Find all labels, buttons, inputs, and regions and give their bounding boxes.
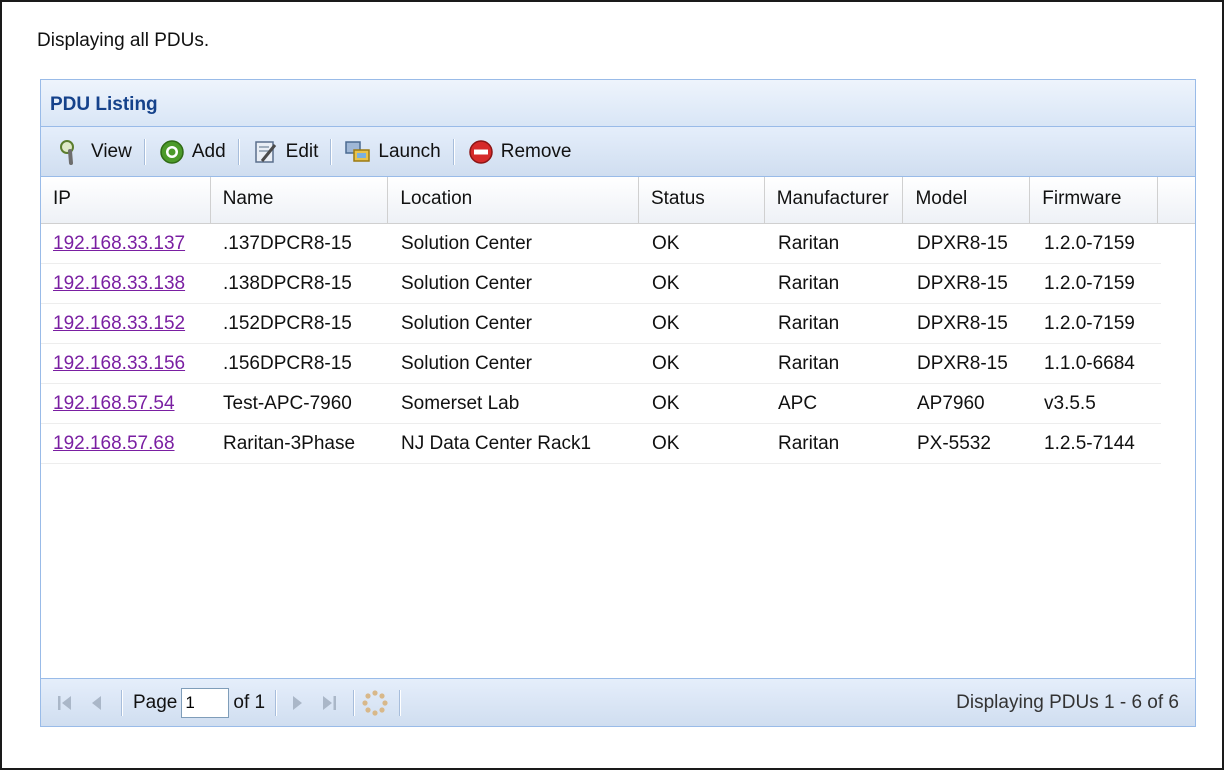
panel-title: PDU Listing xyxy=(50,94,158,115)
pager-separator xyxy=(121,689,123,716)
grid-body: 192.168.33.137 .137DPCR8-15 Solution Cen… xyxy=(41,224,1195,464)
add-button[interactable]: Add xyxy=(154,134,230,170)
grid-header: IP Name Location Status Manufacturer Mod… xyxy=(41,177,1195,224)
model-cell: AP7960 xyxy=(917,393,985,414)
ip-link[interactable]: 192.168.33.156 xyxy=(53,353,185,374)
table-row[interactable]: 192.168.57.54 Test-APC-7960 Somerset Lab… xyxy=(41,384,1161,424)
toolbar-separator xyxy=(143,138,146,165)
add-label: Add xyxy=(191,140,226,162)
column-header-name[interactable]: Name xyxy=(211,177,389,223)
status-cell: OK xyxy=(652,273,680,294)
firmware-cell: 1.2.0-7159 xyxy=(1044,313,1135,334)
status-cell: OK xyxy=(652,393,680,414)
column-header-location[interactable]: Location xyxy=(388,177,639,223)
column-header-ip[interactable]: IP xyxy=(41,177,211,223)
edit-button[interactable]: Edit xyxy=(248,134,323,170)
manufacturer-cell: Raritan xyxy=(778,273,840,294)
toolbar-separator xyxy=(237,138,240,165)
edit-label: Edit xyxy=(285,140,319,162)
name-cell: .156DPCR8-15 xyxy=(223,353,352,374)
firmware-cell: 1.2.0-7159 xyxy=(1044,233,1135,254)
remove-label: Remove xyxy=(500,140,572,162)
pager-separator xyxy=(399,689,402,716)
location-cell: Solution Center xyxy=(401,313,532,334)
column-header-spacer xyxy=(1158,177,1195,223)
ip-link[interactable]: 192.168.33.152 xyxy=(53,313,185,334)
firmware-cell: 1.1.0-6684 xyxy=(1044,353,1135,374)
column-header-manufacturer[interactable]: Manufacturer xyxy=(765,177,904,223)
manufacturer-cell: Raritan xyxy=(778,433,840,454)
table-row[interactable]: 192.168.57.68 Raritan-3Phase NJ Data Cen… xyxy=(41,424,1161,464)
launch-label: Launch xyxy=(378,140,441,162)
toolbar-separator xyxy=(452,138,455,165)
column-header-status[interactable]: Status xyxy=(639,177,765,223)
status-cell: OK xyxy=(652,233,680,254)
remove-button[interactable]: Remove xyxy=(463,134,576,170)
table-row[interactable]: 192.168.33.156 .156DPCR8-15 Solution Cen… xyxy=(41,344,1161,384)
edit-icon xyxy=(252,137,280,167)
status-cell: OK xyxy=(652,313,680,334)
model-cell: PX-5532 xyxy=(917,433,991,454)
prev-page-icon[interactable] xyxy=(83,688,111,718)
toolbar-separator xyxy=(330,138,333,165)
ip-link[interactable]: 192.168.57.68 xyxy=(53,433,175,454)
ip-link[interactable]: 192.168.33.137 xyxy=(53,233,185,254)
manufacturer-cell: APC xyxy=(778,393,818,414)
name-cell: .138DPCR8-15 xyxy=(223,273,352,294)
panel-header: PDU Listing xyxy=(41,80,1195,127)
manufacturer-cell: Raritan xyxy=(778,233,840,254)
model-cell: DPXR8-15 xyxy=(917,233,1008,254)
status-cell: OK xyxy=(652,433,680,454)
model-cell: DPXR8-15 xyxy=(917,313,1008,334)
page-number-input[interactable] xyxy=(181,687,230,718)
firmware-cell: 1.2.0-7159 xyxy=(1044,273,1135,294)
pager-separator xyxy=(353,689,356,716)
location-cell: NJ Data Center Rack1 xyxy=(401,433,592,454)
status-cell: OK xyxy=(652,353,680,374)
ip-link[interactable]: 192.168.57.54 xyxy=(53,393,175,414)
intro-text: Displaying all PDUs. xyxy=(37,30,210,51)
firmware-cell: 1.2.5-7144 xyxy=(1044,433,1135,454)
location-cell: Solution Center xyxy=(401,353,532,374)
window-frame: Displaying all PDUs. PDU Listing View Ad… xyxy=(0,0,1224,770)
name-cell: Test-APC-7960 xyxy=(223,393,352,414)
remove-circle-icon xyxy=(467,137,495,167)
toolbar: View Add Edit Launch Remove xyxy=(41,127,1195,177)
refresh-icon[interactable] xyxy=(361,688,389,718)
paging-status: Displaying PDUs 1 - 6 of 6 xyxy=(956,692,1179,713)
page-label: Page xyxy=(133,691,178,713)
page-count-label: of 1 xyxy=(233,691,266,713)
location-cell: Somerset Lab xyxy=(401,393,520,414)
location-cell: Solution Center xyxy=(401,273,532,294)
launch-icon xyxy=(344,137,372,167)
firmware-cell: v3.5.5 xyxy=(1044,393,1096,414)
paging-toolbar: Page of 1 Displaying PDUs 1 - 6 of 6 xyxy=(41,678,1195,726)
next-page-icon[interactable] xyxy=(283,688,311,718)
magnifier-icon xyxy=(57,137,85,167)
column-header-model[interactable]: Model xyxy=(903,177,1031,223)
name-cell: .137DPCR8-15 xyxy=(223,233,352,254)
manufacturer-cell: Raritan xyxy=(778,353,840,374)
add-circle-icon xyxy=(158,137,186,167)
table-row[interactable]: 192.168.33.138 .138DPCR8-15 Solution Cen… xyxy=(41,264,1161,304)
first-page-icon[interactable] xyxy=(51,688,79,718)
last-page-icon[interactable] xyxy=(315,688,343,718)
launch-button[interactable]: Launch xyxy=(340,134,444,170)
view-button[interactable]: View xyxy=(53,134,136,170)
location-cell: Solution Center xyxy=(401,233,532,254)
name-cell: .152DPCR8-15 xyxy=(223,313,352,334)
table-row[interactable]: 192.168.33.137 .137DPCR8-15 Solution Cen… xyxy=(41,224,1161,264)
model-cell: DPXR8-15 xyxy=(917,273,1008,294)
ip-link[interactable]: 192.168.33.138 xyxy=(53,273,185,294)
name-cell: Raritan-3Phase xyxy=(223,433,356,454)
model-cell: DPXR8-15 xyxy=(917,353,1008,374)
pager-separator xyxy=(275,689,278,716)
pdu-listing-panel: PDU Listing View Add Edit Launch Remove … xyxy=(40,79,1196,727)
manufacturer-cell: Raritan xyxy=(778,313,840,334)
column-header-firmware[interactable]: Firmware xyxy=(1030,177,1159,223)
table-row[interactable]: 192.168.33.152 .152DPCR8-15 Solution Cen… xyxy=(41,304,1161,344)
view-label: View xyxy=(91,140,132,162)
